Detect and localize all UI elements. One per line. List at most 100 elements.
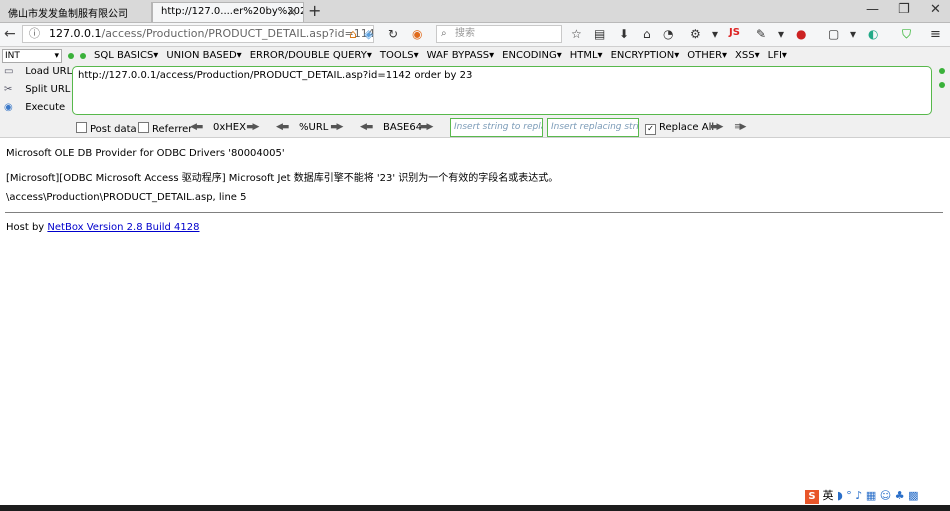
sogou-logo-icon[interactable]: S <box>805 490 819 504</box>
status-green-dot-icon <box>939 82 945 88</box>
menu-waf-bypass[interactable]: WAF BYPASS▾ <box>427 50 494 61</box>
menu-icon[interactable]: ≡ <box>930 27 941 42</box>
extension-icon[interactable]: ✎ <box>756 27 766 41</box>
back-button[interactable]: ← <box>4 26 16 42</box>
checkbox-checked-icon: ✓ <box>645 124 656 135</box>
menu-other[interactable]: OTHER▾ <box>687 50 727 61</box>
host-prefix: Host by <box>6 222 48 233</box>
home-page-icon[interactable]: ⌂ <box>349 27 357 41</box>
bookmark-star-icon[interactable]: ☆ <box>571 27 582 41</box>
half-width-icon[interactable]: ◗ <box>837 489 843 502</box>
history-icon[interactable]: ◔ <box>663 27 673 41</box>
hex-encode-label: 0xHEX <box>213 122 246 133</box>
search-input[interactable]: ⌕ 搜索 <box>436 25 562 43</box>
settings-icon[interactable]: ⚙ <box>690 27 701 41</box>
reload-button[interactable]: ↻ <box>388 27 398 41</box>
url-path: /access/Production/PRODUCT_DETAIL.asp?id… <box>101 27 374 40</box>
replace-all-label: Replace All <box>659 122 715 133</box>
tab-inactive[interactable]: 佛山市发发鱼制服有限公司 <box>0 2 152 22</box>
error-message-line: [Microsoft][ODBC Microsoft Access 驱动程序] … <box>6 173 559 184</box>
replace-all-checkbox[interactable]: ✓ Replace All <box>645 122 714 135</box>
tab-active[interactable]: http://127.0....er%20by%2023 × <box>152 2 304 22</box>
js-toggle-icon[interactable]: JS <box>729 27 740 38</box>
arrow-left-icon[interactable]: ◀▬ <box>276 122 290 132</box>
search-icon: ⌕ <box>441 28 447 39</box>
minimize-button[interactable]: — <box>866 2 879 17</box>
post-data-label: Post data <box>90 124 137 135</box>
netbox-link[interactable]: NetBox Version 2.8 Build 4128 <box>47 222 199 233</box>
close-window-button[interactable]: ✕ <box>930 2 941 17</box>
arrow-right-icon[interactable]: ▬▶ <box>246 122 260 132</box>
navigation-bar: ← ⓘ 127.0.0.1/access/Production/PRODUCT_… <box>0 23 950 47</box>
skin-icon[interactable]: ♣ <box>895 489 905 502</box>
reading-list-icon[interactable]: ▤ <box>594 27 605 41</box>
menu-xss[interactable]: XSS▾ <box>735 50 760 61</box>
arrow-left-icon[interactable]: ◀▬ <box>360 122 374 132</box>
split-url-button[interactable]: ✂ Split URL <box>4 84 70 95</box>
url-textarea[interactable]: http://127.0.0.1/access/Production/PRODU… <box>72 66 932 115</box>
chevron-down-icon[interactable]: ▾ <box>778 27 784 41</box>
url-host: 127.0.0.1 <box>49 27 102 40</box>
hackbar-menu: SQL BASICS▾ UNION BASED▾ ERROR/DOUBLE QUER… <box>94 50 795 61</box>
home-icon[interactable]: ⌂ <box>643 27 651 41</box>
divider <box>5 212 943 213</box>
window-icon[interactable]: ▢ <box>828 27 839 41</box>
url-bar[interactable]: ⓘ 127.0.0.1/access/Production/PRODUCT_DE… <box>22 25 374 43</box>
load-url-button[interactable]: ▭ Load URL <box>4 66 72 77</box>
restore-button[interactable]: ❐ <box>898 2 910 17</box>
menu-encoding[interactable]: ENCODING▾ <box>502 50 562 61</box>
chevron-down-icon[interactable]: ▾ <box>712 27 718 41</box>
sync-icon[interactable]: ◐ <box>868 27 878 41</box>
status-green-dot-icon <box>68 53 74 59</box>
menu-html[interactable]: HTML▾ <box>570 50 603 61</box>
replacing-placeholder: Insert replacing string <box>551 122 639 132</box>
tab-strip: 佛山市发发鱼制服有限公司 http://127.0....er%20by%202… <box>0 0 950 23</box>
url-encode-label: %URL <box>299 122 329 133</box>
execute-label: Execute <box>25 102 66 113</box>
microphone-icon[interactable]: ♪ <box>855 489 862 502</box>
hackbar-panel: INT ▾ SQL BASICS▾ UNION BASED▾ ERROR/DOUBL… <box>0 47 950 138</box>
host-footer: Host by NetBox Version 2.8 Build 4128 <box>6 222 200 233</box>
replacing-string-input[interactable]: Insert replacing string <box>547 118 639 137</box>
load-url-icon: ▭ <box>4 66 14 77</box>
download-icon[interactable]: ⬇ <box>619 27 629 41</box>
post-data-checkbox[interactable]: Post data <box>76 122 137 135</box>
split-url-label: Split URL <box>25 84 71 95</box>
error-provider-line: Microsoft OLE DB Provider for ODBC Drive… <box>6 148 285 159</box>
select-value: INT <box>5 51 20 61</box>
toolbox-icon[interactable]: ▩ <box>908 489 918 502</box>
user-icon[interactable]: ☺ <box>880 489 891 502</box>
menu-encryption[interactable]: ENCRYPTION▾ <box>611 50 680 61</box>
referrer-checkbox[interactable]: Referrer <box>138 122 192 135</box>
new-tab-button[interactable]: + <box>308 1 321 20</box>
base64-encode-label: BASE64 <box>383 122 423 133</box>
replace-string-input[interactable]: Insert string to replace <box>450 118 543 137</box>
addon-icon[interactable]: ◉ <box>412 27 422 41</box>
info-icon[interactable]: ⓘ <box>29 26 40 42</box>
load-url-label: Load URL <box>25 66 73 77</box>
menu-tools[interactable]: TOOLS▾ <box>380 50 419 61</box>
injection-type-select[interactable]: INT ▾ <box>2 49 62 63</box>
menu-lfi[interactable]: LFI▾ <box>768 50 787 61</box>
shield-icon[interactable]: ◈ <box>364 27 373 41</box>
keyboard-icon[interactable]: ▦ <box>866 489 876 502</box>
play-icon: ◉ <box>4 102 13 113</box>
menu-union-based[interactable]: UNION BASED▾ <box>166 50 241 61</box>
punctuation-icon[interactable]: ° <box>846 489 852 502</box>
chevron-down-icon[interactable]: ▾ <box>850 27 856 41</box>
arrow-right-icon[interactable]: ≡▶ <box>734 122 747 132</box>
scissors-icon: ✂ <box>4 84 13 95</box>
record-icon[interactable]: ● <box>796 27 806 41</box>
tab-title: 佛山市发发鱼制服有限公司 <box>8 9 128 20</box>
arrow-right-icon[interactable]: ▬▶ <box>710 122 724 132</box>
ime-language-toggle[interactable]: 英 <box>823 489 834 502</box>
menu-sql-basics[interactable]: SQL BASICS▾ <box>94 50 158 61</box>
execute-button[interactable]: ◉ Execute <box>4 102 65 113</box>
menu-error-double-query[interactable]: ERROR/DOUBLE QUERY▾ <box>250 50 372 61</box>
adblock-shield-icon[interactable]: ⛉ <box>902 27 911 42</box>
arrow-right-icon[interactable]: ▬▶ <box>330 122 344 132</box>
arrow-left-icon[interactable]: ◀▬ <box>190 122 204 132</box>
arrow-right-icon[interactable]: ▬▶ <box>420 122 434 132</box>
close-tab-icon[interactable]: × <box>287 5 297 19</box>
windows-taskbar <box>0 505 950 511</box>
